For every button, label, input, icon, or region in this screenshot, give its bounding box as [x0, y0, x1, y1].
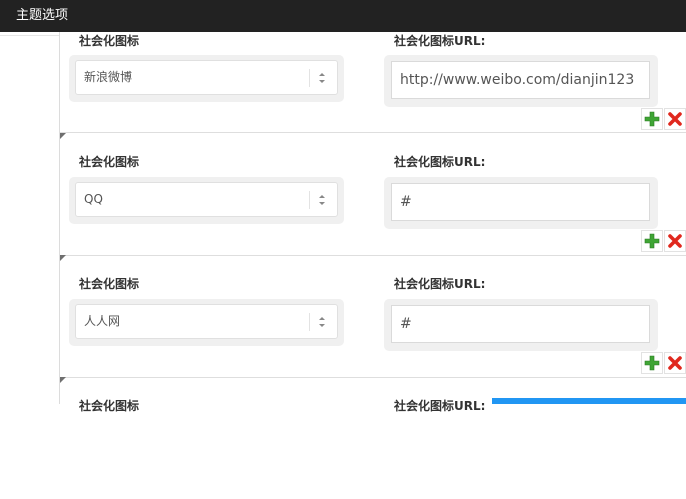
url-label: 社会化图标URL: [394, 34, 486, 48]
social-url-input[interactable]: # [391, 183, 650, 221]
url-input-value: # [400, 316, 412, 332]
select-wrapper: QQ [69, 177, 344, 224]
select-arrows-icon [314, 69, 330, 87]
add-row-button[interactable] [641, 230, 663, 252]
sidebar-divider [0, 35, 59, 36]
social-icon-select[interactable]: QQ [75, 182, 338, 217]
url-input-value: # [400, 194, 412, 210]
social-url-input[interactable]: # [391, 305, 650, 343]
plus-icon [644, 355, 660, 371]
social-url-input[interactable]: http://www.weibo.com/dianjin123 [391, 61, 650, 99]
select-wrapper: 新浪微博 [69, 55, 344, 102]
plus-icon [644, 233, 660, 249]
url-input-value: http://www.weibo.com/dianjin123 [400, 72, 635, 88]
social-icon-select[interactable]: 人人网 [75, 304, 338, 339]
url-label: 社会化图标URL: [394, 399, 486, 413]
url-input-wrapper: http://www.weibo.com/dianjin123 [384, 55, 658, 107]
left-sidebar [0, 32, 60, 404]
delete-row-button[interactable] [664, 352, 686, 374]
plus-icon [644, 111, 660, 127]
icon-label: 社会化图标 [79, 399, 140, 413]
select-value: 新浪微博 [84, 70, 133, 84]
close-icon [668, 112, 682, 126]
icon-label: 社会化图标 [79, 277, 140, 291]
corner-marker [60, 377, 66, 383]
focus-highlight-bar [492, 398, 686, 404]
social-icon-select[interactable]: 新浪微博 [75, 60, 338, 95]
close-icon [668, 356, 682, 370]
social-icon-row: 社会化图标 社会化图标URL: [60, 377, 686, 499]
delete-row-button[interactable] [664, 230, 686, 252]
url-input-wrapper: # [384, 177, 658, 229]
select-separator [309, 191, 310, 209]
url-input-wrapper: # [384, 299, 658, 351]
delete-row-button[interactable] [664, 108, 686, 130]
select-arrows-icon [314, 191, 330, 209]
select-value: QQ [84, 192, 103, 206]
add-row-button[interactable] [641, 108, 663, 130]
select-arrows-icon [314, 313, 330, 331]
social-icons-panel: 社会化图标 社会化图标URL: 新浪微博 http://www.weibo.co… [60, 32, 686, 413]
url-label: 社会化图标URL: [394, 277, 486, 291]
select-wrapper: 人人网 [69, 299, 344, 346]
social-icon-row: 社会化图标 社会化图标URL: 新浪微博 http://www.weibo.co… [60, 10, 686, 133]
url-label: 社会化图标URL: [394, 155, 486, 169]
select-separator [309, 313, 310, 331]
add-row-button[interactable] [641, 352, 663, 374]
icon-label: 社会化图标 [79, 155, 140, 169]
social-icon-row: 社会化图标 社会化图标URL: 人人网 # [60, 255, 686, 378]
select-separator [309, 69, 310, 87]
corner-marker [60, 133, 66, 139]
social-icon-row: 社会化图标 社会化图标URL: QQ # [60, 133, 686, 256]
select-value: 人人网 [84, 314, 121, 328]
close-icon [668, 234, 682, 248]
corner-marker [60, 255, 66, 261]
icon-label: 社会化图标 [79, 34, 140, 48]
